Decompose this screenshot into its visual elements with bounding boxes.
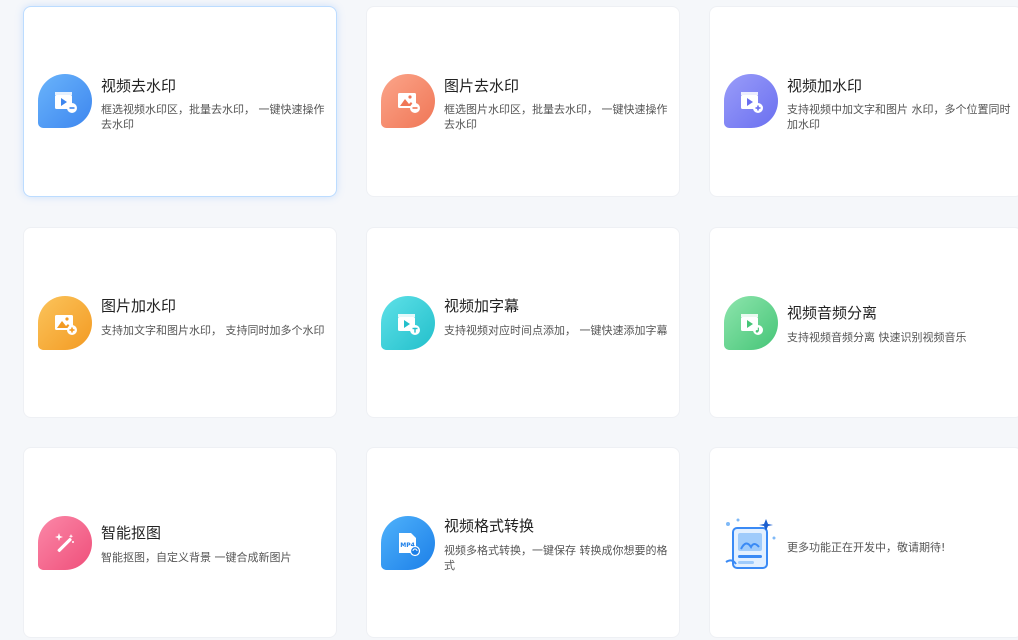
card-title: 视频音频分离 (787, 304, 878, 322)
card-title: 视频去水印 (101, 77, 177, 95)
feature-grid: 视频去水印 框选视频水印区，批量去水印， 一键快速操作去水印 图片去水印 框选图… (0, 0, 1018, 640)
card-coming-soon: 更多功能正在开发中，敬请期待! (709, 447, 1018, 638)
magic-wand-icon (38, 516, 92, 570)
coming-soon-icon (725, 518, 776, 569)
video-add-icon (724, 74, 778, 128)
card-video-format-convert[interactable]: MP4 视频格式转换 视频多格式转换，一键保存 转换成你想要的格式 (366, 447, 680, 638)
image-add-icon (38, 296, 92, 350)
card-smart-cutout[interactable]: 智能抠图 智能抠图，自定义背景 一键合成新图片 (23, 447, 337, 638)
image-remove-icon (381, 74, 435, 128)
card-video-add-subtitle[interactable]: 视频加字幕 支持视频对应时间点添加， 一键快速添加字幕 (366, 227, 680, 418)
card-description: 智能抠图，自定义背景 一键合成新图片 (101, 551, 292, 564)
mp4-convert-icon: MP4 (381, 516, 435, 570)
card-description: 更多功能正在开发中，敬请期待! (787, 541, 946, 554)
card-image-add-watermark[interactable]: 图片加水印 支持加文字和图片水印， 支持同时加多个水印 (23, 227, 337, 418)
card-image-remove-watermark[interactable]: 图片去水印 框选图片水印区，批量去水印， 一键快速操作去水印 (366, 6, 680, 197)
card-title: 视频加字幕 (444, 297, 520, 315)
card-title: 视频加水印 (787, 77, 863, 95)
card-title: 图片去水印 (444, 77, 520, 95)
card-description: 视频多格式转换，一键保存 转换成你想要的格式 (444, 544, 668, 572)
video-audio-icon (724, 296, 778, 350)
card-description: 支持加文字和图片水印， 支持同时加多个水印 (101, 324, 325, 337)
video-subtitle-icon (381, 296, 435, 350)
card-description: 支持视频对应时间点添加， 一键快速添加字幕 (444, 324, 668, 337)
card-title: 智能抠图 (101, 524, 162, 542)
card-video-remove-watermark[interactable]: 视频去水印 框选视频水印区，批量去水印， 一键快速操作去水印 (23, 6, 337, 197)
card-title: 图片加水印 (101, 297, 177, 315)
card-description: 支持视频音频分离 快速识别视频音乐 (787, 331, 967, 344)
card-video-add-watermark[interactable]: 视频加水印 支持视频中加文字和图片 水印，多个位置同时加水印 (709, 6, 1018, 197)
video-remove-icon (38, 74, 92, 128)
card-video-audio-separation[interactable]: 视频音频分离 支持视频音频分离 快速识别视频音乐 (709, 227, 1018, 418)
card-title: 视频格式转换 (444, 517, 535, 535)
card-description: 框选视频水印区，批量去水印， 一键快速操作去水印 (101, 103, 325, 131)
card-description: 支持视频中加文字和图片 水印，多个位置同时加水印 (787, 103, 1011, 131)
card-description: 框选图片水印区，批量去水印， 一键快速操作去水印 (444, 103, 668, 131)
